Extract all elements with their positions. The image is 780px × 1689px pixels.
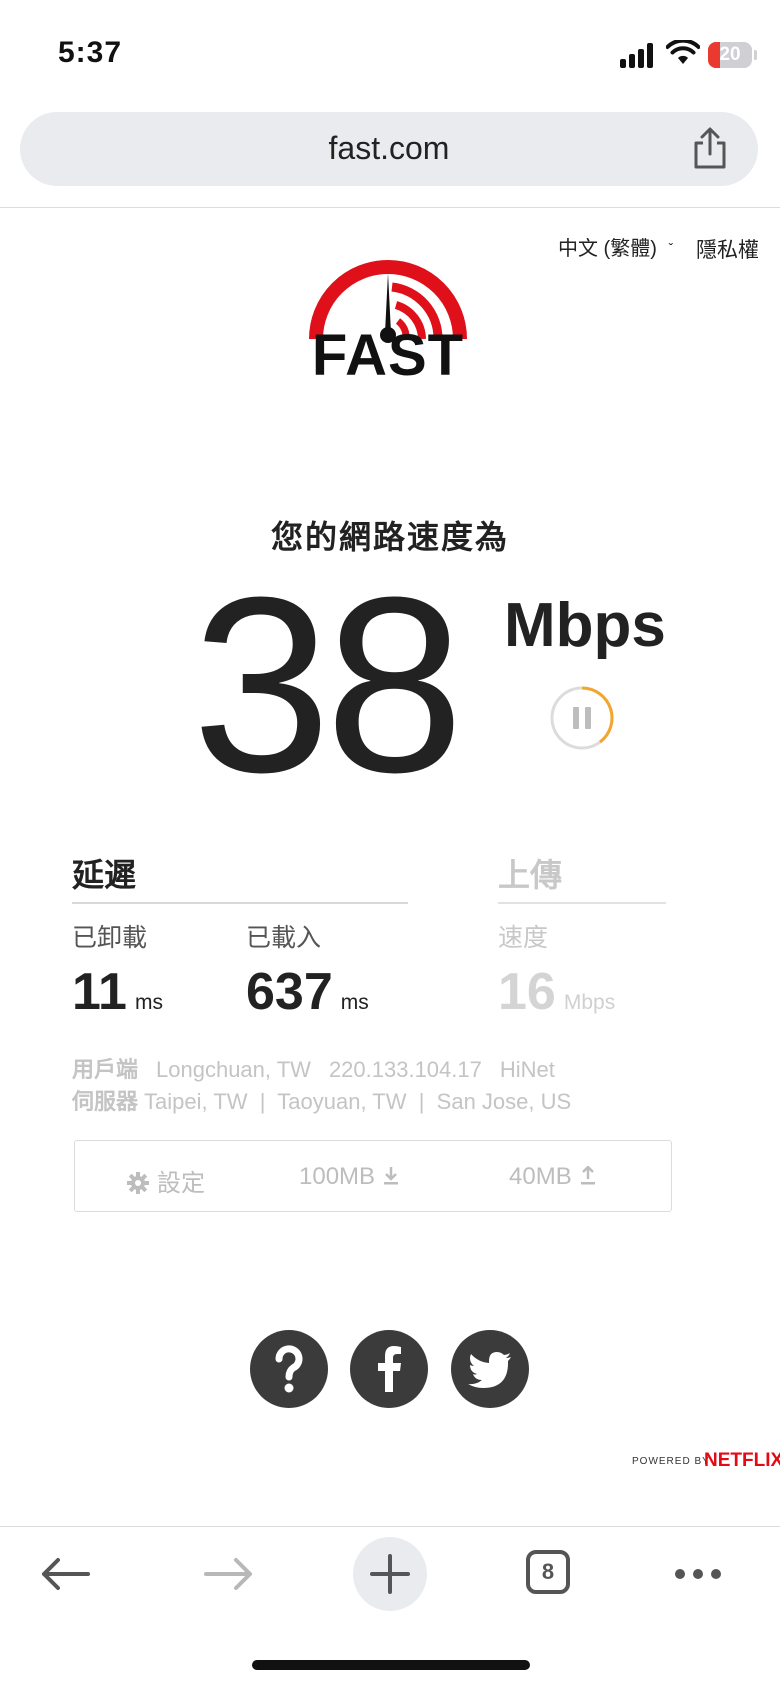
twitter-icon <box>468 1352 511 1388</box>
server-info: 伺服器 Taipei, TW | Taoyuan, TW | San Jose, … <box>72 1084 571 1116</box>
pause-icon <box>573 707 579 729</box>
upload-size-value: 40MB <box>509 1163 572 1190</box>
language-selector[interactable]: 中文 (繁體) ˇ <box>558 232 673 261</box>
settings-label: 設定 <box>157 1170 205 1197</box>
pause-button[interactable] <box>550 686 614 750</box>
speed-unit: Mbps <box>504 591 666 660</box>
latency-divider <box>72 902 408 904</box>
upload-speed-value: 16 <box>498 963 556 1021</box>
download-size: 100MB <box>299 1163 399 1191</box>
tabs-button[interactable]: 8 <box>512 1536 588 1612</box>
battery-level: 20 <box>719 44 741 65</box>
language-label: 中文 (繁體) <box>558 238 657 260</box>
upload-arrow-icon <box>580 1166 595 1185</box>
download-size-value: 100MB <box>299 1163 376 1190</box>
chevron-down-icon: ˇ <box>668 240 674 256</box>
settings-button[interactable]: 設定 <box>127 1163 205 1198</box>
cellular-signal-icon <box>620 42 656 68</box>
upload-speed: 16 Mbps <box>498 962 615 1022</box>
unloaded-latency-unit: ms <box>134 991 163 1014</box>
server-list: Taipei, TW | Taoyuan, TW | San Jose, US <box>144 1089 572 1114</box>
latency-title: 延遲 <box>72 857 137 893</box>
loaded-latency-value: 637 <box>246 963 333 1021</box>
fast-logo-text: FAST <box>311 323 465 388</box>
unloaded-latency-value: 11 <box>72 963 127 1021</box>
battery-icon: 20 <box>708 42 752 68</box>
netflix-logo[interactable]: NETFLIX <box>704 1450 780 1472</box>
loaded-latency: 637 ms <box>246 962 369 1022</box>
upload-divider <box>498 902 666 904</box>
battery-tip <box>754 50 757 60</box>
client-isp: HiNet <box>499 1057 555 1082</box>
facebook-button[interactable] <box>350 1330 428 1408</box>
settings-bar[interactable]: 設定 100MB 40MB <box>74 1140 672 1212</box>
wifi-icon <box>666 40 700 64</box>
client-label: 用戶端 <box>72 1057 139 1082</box>
download-arrow-icon <box>384 1167 399 1185</box>
client-info: 用戶端 Longchuan, TW 220.133.104.17 HiNet <box>72 1052 555 1084</box>
facebook-icon <box>378 1346 401 1392</box>
upload-title: 上傳 <box>498 857 563 893</box>
privacy-link[interactable]: 隱私權 <box>696 234 759 264</box>
address-bar[interactable]: fast.com <box>20 112 758 186</box>
server-label: 伺服器 <box>72 1089 139 1114</box>
help-button[interactable] <box>250 1330 328 1408</box>
more-menu-button[interactable] <box>660 1536 736 1612</box>
bottom-toolbar-divider <box>0 1526 780 1527</box>
twitter-button[interactable] <box>451 1330 529 1408</box>
client-location: Longchuan, TW <box>156 1057 311 1082</box>
back-button[interactable] <box>28 1536 104 1612</box>
upload-size: 40MB <box>509 1163 596 1191</box>
home-indicator <box>252 1660 530 1670</box>
toolbar-divider <box>0 207 780 208</box>
loaded-label: 已載入 <box>246 924 322 952</box>
gear-icon <box>127 1172 149 1194</box>
powered-by-label: POWERED BY <box>632 1456 710 1467</box>
question-icon <box>275 1345 303 1393</box>
upload-speed-unit: Mbps <box>563 991 616 1014</box>
forward-button[interactable] <box>190 1536 266 1612</box>
share-icon[interactable] <box>690 126 730 170</box>
url-text[interactable]: fast.com <box>20 130 758 167</box>
upload-speed-label: 速度 <box>498 924 549 952</box>
unloaded-latency: 11 ms <box>72 962 163 1022</box>
status-time: 5:37 <box>58 36 123 69</box>
speed-value: 38 <box>192 545 464 824</box>
tab-count: 8 <box>526 1550 570 1594</box>
new-tab-button[interactable] <box>352 1536 428 1612</box>
client-ip: 220.133.104.17 <box>328 1057 482 1082</box>
unloaded-label: 已卸載 <box>72 924 148 952</box>
loaded-latency-unit: ms <box>340 991 369 1014</box>
